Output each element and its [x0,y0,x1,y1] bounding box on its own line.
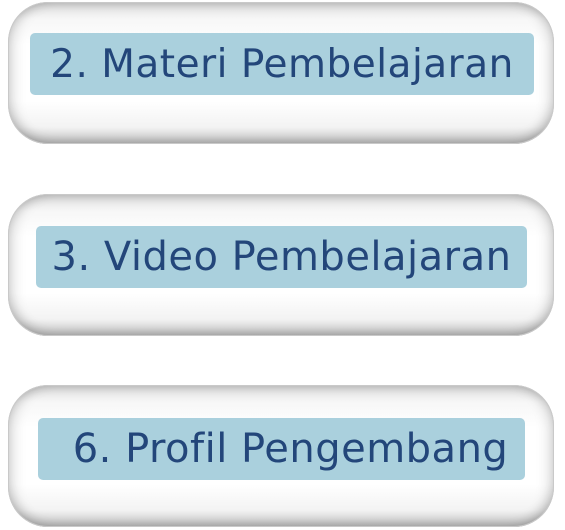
button-label-panel: 2. Materi Pembelajaran [30,33,534,95]
button-label: 6. Profil Pengembang [72,426,509,472]
button-label-panel: 3. Video Pembelajaran [36,226,527,288]
button-label: 2. Materi Pembelajaran [50,41,514,87]
button-label: 3. Video Pembelajaran [51,234,512,280]
video-pembelajaran-button[interactable]: 3. Video Pembelajaran [8,194,554,336]
materi-pembelajaran-button[interactable]: 2. Materi Pembelajaran [8,2,554,144]
button-label-panel: 6. Profil Pengembang [38,418,525,480]
profil-pengembang-button[interactable]: 6. Profil Pengembang [8,385,554,527]
